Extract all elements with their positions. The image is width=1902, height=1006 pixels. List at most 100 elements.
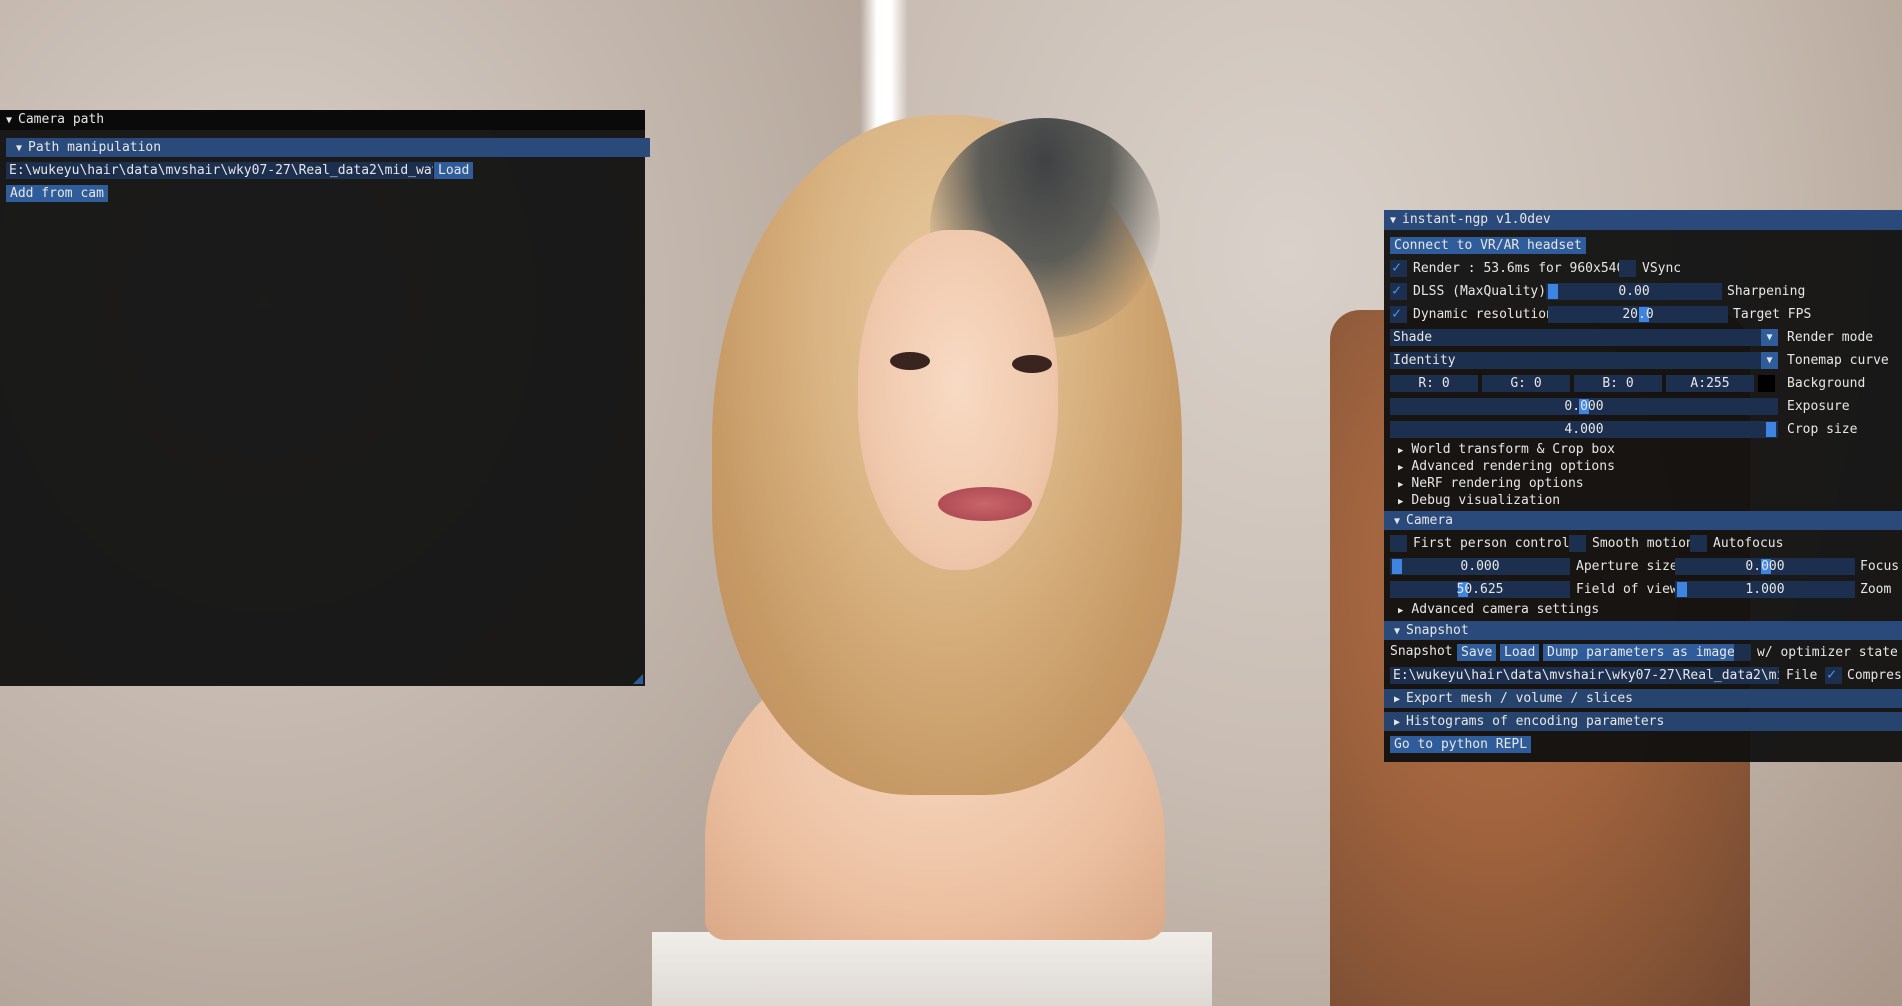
dlss-checkbox[interactable] [1390, 281, 1407, 300]
tree-nerf-rendering[interactable]: ▶ NeRF rendering options [1398, 475, 1584, 492]
snapshot-save-button[interactable]: Save [1457, 644, 1497, 661]
left-eye [890, 352, 930, 370]
exposure-value: 0.000 [1564, 399, 1604, 414]
bg-r-value: R: 0 [1418, 376, 1450, 391]
caret-right-icon: ▶ [1394, 694, 1401, 705]
connect-vr-button[interactable]: Connect to VR/AR headset [1390, 237, 1586, 254]
smooth-motion-label: Smooth motion [1592, 536, 1694, 551]
instant-ngp-window[interactable]: ▼ instant-ngp v1.0dev Connect to VR/AR he… [1384, 210, 1902, 762]
collapse-triangle-icon[interactable]: ▼ [1390, 211, 1396, 230]
focus-slider[interactable]: 0.000 [1675, 558, 1855, 575]
compress-checkbox[interactable] [1825, 665, 1842, 684]
crop-size-slider[interactable]: 4.000 [1390, 421, 1778, 438]
mannequin-face [858, 230, 1058, 570]
tonemap-combo[interactable]: Identity ▼ [1390, 352, 1778, 369]
fov-label: Field of view [1576, 582, 1678, 597]
render-mode-value: Shade [1393, 330, 1433, 345]
autofocus-checkbox[interactable] [1690, 535, 1707, 552]
bg-g-value: G: 0 [1510, 376, 1542, 391]
tree-advanced-rendering[interactable]: ▶ Advanced rendering options [1398, 458, 1615, 475]
aperture-value: 0.000 [1460, 559, 1500, 574]
tree-debug-visualization[interactable]: ▶ Debug visualization [1398, 492, 1560, 509]
camera-section-header[interactable]: ▼ Camera [1384, 511, 1902, 530]
render-mode-label: Render mode [1787, 330, 1874, 345]
vsync-checkbox[interactable] [1619, 260, 1636, 277]
smooth-motion-checkbox[interactable] [1569, 535, 1586, 552]
ngp-titlebar[interactable]: ▼ instant-ngp v1.0dev [1384, 210, 1902, 230]
lips [938, 487, 1032, 521]
first-person-checkbox[interactable] [1390, 535, 1407, 552]
load-path-button[interactable]: Load [434, 162, 474, 179]
bg-a-value: A:255 [1690, 376, 1730, 391]
zoom-value: 1.000 [1745, 582, 1785, 597]
autofocus-label: Autofocus [1713, 536, 1784, 551]
focus-label: Focus [1860, 559, 1900, 574]
section-title: Path manipulation [28, 140, 162, 155]
bg-b-value: B: 0 [1602, 376, 1634, 391]
tree-label: World transform & Crop box [1411, 442, 1615, 457]
python-repl-button[interactable]: Go to python REPL [1390, 736, 1532, 753]
tonemap-value: Identity [1393, 353, 1456, 368]
dynamic-resolution-checkbox[interactable] [1390, 304, 1407, 323]
background-g-field[interactable]: G: 0 [1482, 375, 1570, 392]
collapse-triangle-icon[interactable]: ▼ [6, 111, 12, 130]
camera-path-input[interactable]: E:\wukeyu\hair\data\mvshair\wky07-27\Rea… [6, 162, 433, 179]
background-a-field[interactable]: A:255 [1666, 375, 1754, 392]
dynamic-resolution-label: Dynamic resolution [1413, 307, 1554, 322]
snapshot-label: Snapshot [1390, 644, 1453, 659]
sharpening-value: 0.00 [1618, 284, 1650, 299]
sharpening-slider[interactable]: 0.00 [1546, 283, 1722, 300]
export-mesh-header[interactable]: ▶ Export mesh / volume / slices [1384, 689, 1902, 708]
fov-value: 50.625 [1456, 582, 1504, 597]
histograms-header[interactable]: ▶ Histograms of encoding parameters [1384, 712, 1902, 731]
aperture-slider[interactable]: 0.000 [1390, 558, 1570, 575]
file-label: File [1786, 668, 1818, 683]
caret-right-icon: ▶ [1394, 717, 1401, 728]
path-manipulation-header[interactable]: ▼ Path manipulation [6, 138, 650, 157]
first-person-label: First person controls [1413, 536, 1578, 551]
tree-world-transform[interactable]: ▶ World transform & Crop box [1398, 441, 1615, 458]
add-from-cam-button[interactable]: Add from cam [6, 185, 108, 202]
zoom-slider[interactable]: 1.000 [1675, 581, 1855, 598]
resize-grip-icon[interactable] [633, 674, 643, 684]
caret-right-icon: ▶ [1398, 606, 1404, 616]
section-title: Histograms of encoding parameters [1406, 714, 1665, 729]
snapshot-load-button[interactable]: Load [1500, 644, 1540, 661]
tree-label: NeRF rendering options [1411, 476, 1584, 491]
tree-advanced-camera[interactable]: ▶ Advanced camera settings [1398, 601, 1599, 618]
fov-slider[interactable]: 50.625 [1390, 581, 1570, 598]
slider-grab[interactable] [1677, 582, 1687, 597]
section-title: Snapshot [1406, 623, 1469, 638]
render-checkbox[interactable] [1390, 258, 1407, 277]
collapse-triangle-icon: ▼ [16, 143, 23, 154]
target-fps-value: 20.0 [1622, 307, 1654, 322]
collapse-triangle-icon: ▼ [1394, 626, 1401, 637]
background-b-field[interactable]: B: 0 [1574, 375, 1662, 392]
background-color-swatch[interactable] [1758, 375, 1775, 392]
target-fps-label: Target FPS [1733, 307, 1812, 322]
slider-grab[interactable] [1766, 422, 1776, 437]
sharpening-label: Sharpening [1727, 284, 1806, 299]
focus-value: 0.000 [1745, 559, 1785, 574]
chevron-down-icon[interactable]: ▼ [1761, 352, 1778, 369]
target-fps-slider[interactable]: 20.0 [1548, 306, 1728, 323]
background-r-field[interactable]: R: 0 [1390, 375, 1478, 392]
render-mode-combo[interactable]: Shade ▼ [1390, 329, 1778, 346]
dump-parameters-button[interactable]: Dump parameters as images [1543, 644, 1747, 661]
caret-right-icon: ▶ [1398, 497, 1404, 507]
tree-label: Advanced rendering options [1411, 459, 1615, 474]
pedestal [652, 932, 1212, 1006]
slider-grab[interactable] [1548, 284, 1558, 299]
camera-path-titlebar[interactable]: ▼ Camera path [0, 110, 645, 130]
optimizer-state-checkbox[interactable] [1734, 644, 1751, 661]
exposure-slider[interactable]: 0.000 [1390, 398, 1778, 415]
crop-size-label: Crop size [1787, 422, 1858, 437]
camera-path-window[interactable]: ▼ Camera path ▼ Path manipulation E:\wukey… [0, 110, 650, 686]
dlss-label: DLSS (MaxQuality) [1413, 284, 1547, 299]
snapshot-path-input[interactable]: E:\wukeyu\hair\data\mvshair\wky07-27\Rea… [1390, 667, 1779, 684]
window-title: instant-ngp v1.0dev [1402, 212, 1551, 227]
snapshot-section-header[interactable]: ▼ Snapshot [1384, 621, 1902, 640]
compress-label: Compress [1847, 668, 1902, 683]
chevron-down-icon[interactable]: ▼ [1761, 329, 1778, 346]
slider-grab[interactable] [1392, 559, 1402, 574]
